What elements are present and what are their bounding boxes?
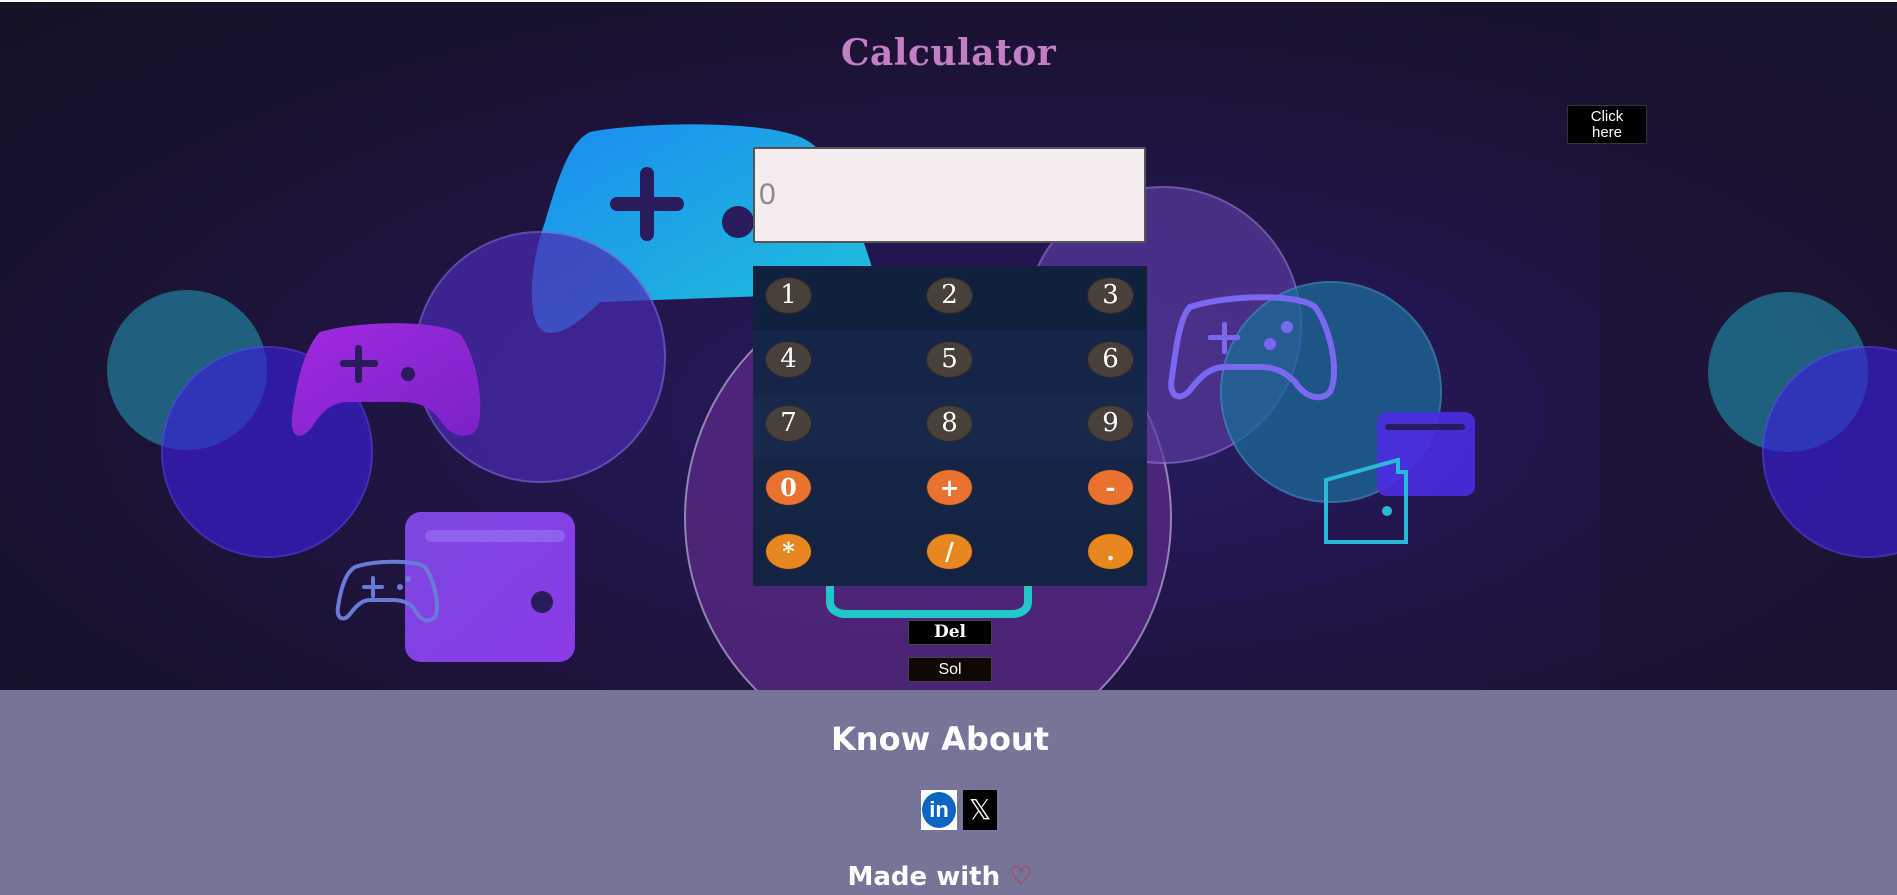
social-links: in 𝕏	[921, 790, 997, 830]
key-4[interactable]: 4	[765, 341, 812, 378]
page-title: Calculator	[840, 32, 1057, 74]
heart-icon: ♡	[1009, 862, 1033, 892]
made-with-label: Made with	[847, 862, 1001, 892]
key-2[interactable]: 2	[926, 277, 973, 314]
key-3[interactable]: 3	[1087, 277, 1134, 314]
keypad-row: 7 8 9	[753, 394, 1147, 458]
calculator-keypad: 1 2 3 4 5 6 7 8 9 0 + - * / .	[753, 266, 1147, 586]
key-0[interactable]: 0	[765, 469, 812, 506]
key-9[interactable]: 9	[1087, 405, 1134, 442]
display-placeholder: 0	[759, 178, 776, 211]
key-7[interactable]: 7	[765, 405, 812, 442]
key-1[interactable]: 1	[765, 277, 812, 314]
delete-button[interactable]: Del	[908, 620, 992, 645]
keypad-row: 0 + -	[753, 458, 1147, 522]
keypad-row: * / .	[753, 522, 1147, 586]
keypad-row: 4 5 6	[753, 330, 1147, 394]
click-here-button[interactable]: Click here	[1567, 105, 1647, 144]
linkedin-link[interactable]: in	[921, 790, 957, 830]
key-minus[interactable]: -	[1087, 469, 1134, 506]
key-6[interactable]: 6	[1087, 341, 1134, 378]
key-divide[interactable]: /	[926, 533, 973, 570]
footer: Know About in 𝕏 Made with ♡	[0, 690, 1897, 895]
key-8[interactable]: 8	[926, 405, 973, 442]
x-icon[interactable]: 𝕏	[963, 790, 997, 830]
page: Calculator Click here 0 1 2 3 4 5 6 7 8 …	[0, 0, 1897, 895]
made-with-text: Made with ♡	[0, 862, 1880, 892]
solve-button[interactable]: Sol	[908, 657, 992, 682]
linkedin-icon: in	[922, 792, 956, 828]
footer-heading: Know About	[831, 720, 1049, 758]
hero-section: Calculator Click here 0 1 2 3 4 5 6 7 8 …	[0, 2, 1897, 690]
keypad-row: 1 2 3	[753, 266, 1147, 330]
calculator-display[interactable]: 0	[753, 147, 1146, 243]
key-multiply[interactable]: *	[765, 533, 812, 570]
key-decimal[interactable]: .	[1087, 533, 1134, 570]
key-5[interactable]: 5	[926, 341, 973, 378]
key-plus[interactable]: +	[926, 469, 973, 506]
